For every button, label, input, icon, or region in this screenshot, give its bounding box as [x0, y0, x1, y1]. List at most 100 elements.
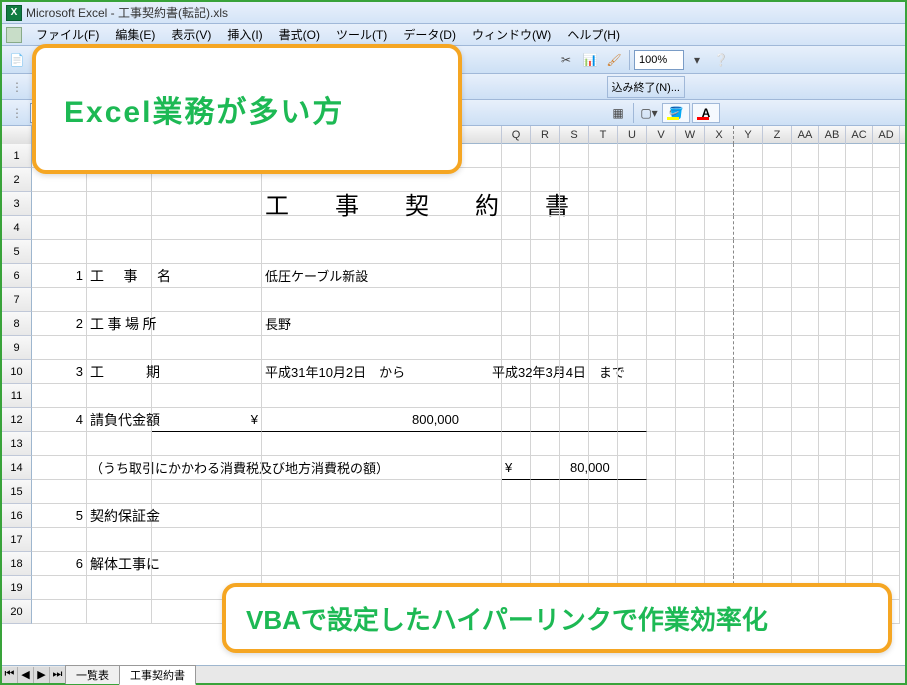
- cell[interactable]: [32, 456, 87, 480]
- cell[interactable]: [502, 504, 531, 528]
- cell[interactable]: [589, 360, 618, 384]
- cell[interactable]: [589, 264, 618, 288]
- cell[interactable]: [560, 192, 589, 216]
- cell[interactable]: 工 期: [87, 360, 152, 384]
- cell[interactable]: 4: [32, 408, 87, 432]
- cell[interactable]: [502, 288, 531, 312]
- cell[interactable]: [589, 480, 618, 504]
- cell[interactable]: [676, 360, 705, 384]
- row-header[interactable]: 8: [2, 312, 32, 336]
- cell[interactable]: 低圧ケーブル新設: [262, 264, 502, 288]
- cell[interactable]: [502, 216, 531, 240]
- cell[interactable]: [792, 384, 819, 408]
- cell[interactable]: [32, 192, 87, 216]
- cell[interactable]: [734, 528, 763, 552]
- cell[interactable]: [763, 456, 792, 480]
- cell[interactable]: [502, 528, 531, 552]
- cell[interactable]: [32, 216, 87, 240]
- cell[interactable]: [819, 240, 846, 264]
- cell[interactable]: [87, 576, 152, 600]
- cell[interactable]: [589, 432, 618, 456]
- cell[interactable]: [152, 288, 262, 312]
- col-header[interactable]: Q: [502, 126, 531, 144]
- cell[interactable]: [734, 552, 763, 576]
- cell[interactable]: [262, 456, 502, 480]
- cell[interactable]: [560, 360, 589, 384]
- chart-button[interactable]: 📊: [579, 49, 601, 71]
- cell[interactable]: [873, 384, 900, 408]
- sheet-tab-contract[interactable]: 工事契約書: [119, 665, 196, 685]
- cell[interactable]: [846, 168, 873, 192]
- cell[interactable]: [705, 216, 734, 240]
- cell[interactable]: [262, 432, 502, 456]
- cell[interactable]: [676, 264, 705, 288]
- cell[interactable]: [873, 240, 900, 264]
- cell[interactable]: [734, 144, 763, 168]
- cell[interactable]: [819, 360, 846, 384]
- cell[interactable]: [763, 336, 792, 360]
- row-header[interactable]: 13: [2, 432, 32, 456]
- cell[interactable]: [502, 408, 531, 432]
- cell[interactable]: [618, 384, 647, 408]
- cell[interactable]: [705, 360, 734, 384]
- cell[interactable]: [560, 312, 589, 336]
- cell[interactable]: [792, 312, 819, 336]
- cell[interactable]: [873, 408, 900, 432]
- cell[interactable]: 工 事 名: [87, 264, 152, 288]
- menu-tools[interactable]: ツール(T): [328, 24, 395, 45]
- cell[interactable]: [792, 480, 819, 504]
- cell[interactable]: [819, 288, 846, 312]
- cell[interactable]: [152, 264, 262, 288]
- select-all-corner[interactable]: [2, 126, 32, 144]
- row-header[interactable]: 11: [2, 384, 32, 408]
- cell[interactable]: [32, 480, 87, 504]
- cell[interactable]: （うち取引にかかわる消費税及び地方消費税の額）: [87, 456, 152, 480]
- cell[interactable]: [152, 528, 262, 552]
- cell[interactable]: [873, 456, 900, 480]
- row-header[interactable]: 12: [2, 408, 32, 432]
- cell[interactable]: [589, 408, 618, 432]
- cell[interactable]: ¥: [502, 456, 531, 480]
- cell[interactable]: [531, 360, 560, 384]
- cell[interactable]: [262, 336, 502, 360]
- cell[interactable]: [705, 552, 734, 576]
- cell[interactable]: [531, 432, 560, 456]
- cell[interactable]: [734, 192, 763, 216]
- cell[interactable]: [647, 264, 676, 288]
- zoom-dropdown-icon[interactable]: ▾: [686, 49, 708, 71]
- cell[interactable]: [647, 240, 676, 264]
- row-header[interactable]: 6: [2, 264, 32, 288]
- cell[interactable]: [618, 312, 647, 336]
- cell[interactable]: [647, 408, 676, 432]
- cell[interactable]: [792, 192, 819, 216]
- cell[interactable]: [819, 552, 846, 576]
- cell[interactable]: [560, 504, 589, 528]
- cell[interactable]: [502, 384, 531, 408]
- cell[interactable]: [87, 216, 152, 240]
- cell[interactable]: [676, 504, 705, 528]
- cell[interactable]: [531, 480, 560, 504]
- cut-button[interactable]: ✂: [555, 49, 577, 71]
- cell[interactable]: [87, 432, 152, 456]
- cell[interactable]: [531, 312, 560, 336]
- help-button[interactable]: ❔: [710, 49, 732, 71]
- cell[interactable]: [819, 504, 846, 528]
- row-header[interactable]: 19: [2, 576, 32, 600]
- cell[interactable]: [618, 144, 647, 168]
- cell[interactable]: 800,000: [262, 408, 502, 432]
- merge-button[interactable]: ▦: [607, 102, 629, 124]
- cell[interactable]: [589, 384, 618, 408]
- cell[interactable]: [819, 192, 846, 216]
- cell[interactable]: [676, 168, 705, 192]
- cell[interactable]: [502, 552, 531, 576]
- cell[interactable]: [734, 360, 763, 384]
- cell[interactable]: [32, 240, 87, 264]
- zoom-combo[interactable]: 100%: [634, 50, 684, 70]
- cell[interactable]: [87, 384, 152, 408]
- cell[interactable]: [647, 336, 676, 360]
- cell[interactable]: 解体工事に: [87, 552, 152, 576]
- row-header[interactable]: 4: [2, 216, 32, 240]
- cell[interactable]: 契約保証金: [87, 504, 152, 528]
- cell[interactable]: [618, 264, 647, 288]
- cell[interactable]: 1: [32, 264, 87, 288]
